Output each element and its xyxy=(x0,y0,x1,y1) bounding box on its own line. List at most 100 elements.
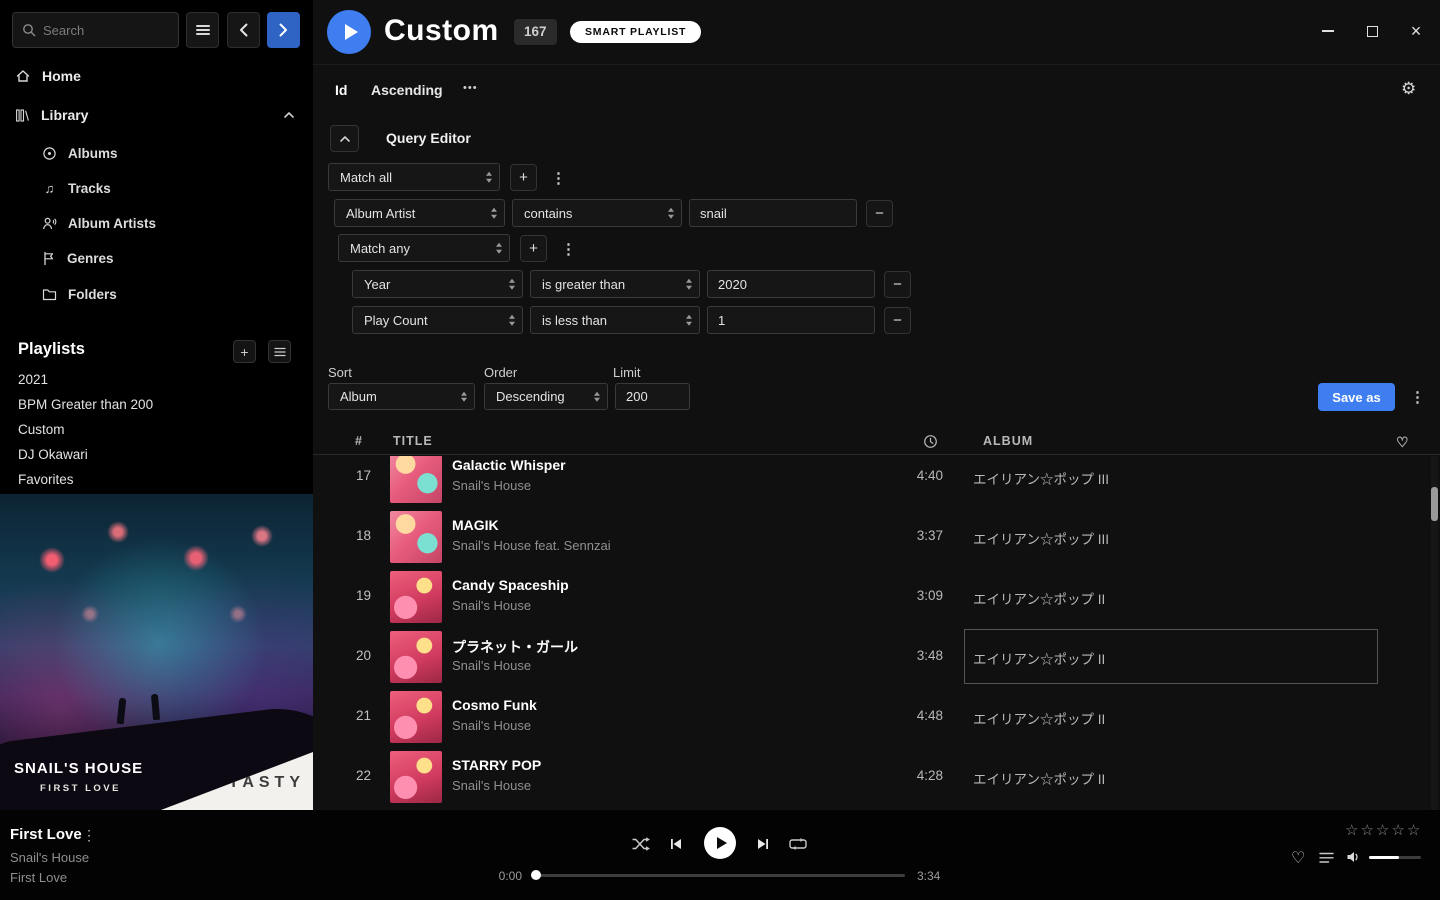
artwork-artist-label: SNAIL'S HOUSE xyxy=(14,760,143,777)
rule-field-select[interactable]: Album Artist xyxy=(334,199,505,227)
playlist-menu-button[interactable]: ⋮ xyxy=(1410,388,1425,406)
table-row[interactable]: 22 STARRY POP Snail's House 4:28 エイリアン☆ポ… xyxy=(313,747,1440,807)
minimize-button[interactable] xyxy=(1314,17,1342,45)
sidebar-item-folders[interactable]: Folders xyxy=(0,280,313,308)
track-album: エイリアン☆ポップ II xyxy=(973,588,1105,608)
playlist-item-bpm[interactable]: BPM Greater than 200 xyxy=(18,395,153,415)
sort-select[interactable]: Album xyxy=(328,383,475,410)
star-icon[interactable]: ☆ xyxy=(1360,821,1373,839)
repeat-button[interactable] xyxy=(788,836,808,852)
main-panel: Custom 167 SMART PLAYLIST × Id Ascending… xyxy=(313,0,1440,810)
back-button[interactable] xyxy=(227,12,260,48)
star-icon[interactable]: ☆ xyxy=(1376,821,1389,839)
volume-slider[interactable] xyxy=(1369,856,1421,859)
add-playlist-button[interactable]: + xyxy=(233,340,256,363)
playlist-view-button[interactable] xyxy=(268,340,291,363)
group-rule-field-select[interactable]: Year xyxy=(352,270,523,298)
query-editor-heading: Query Editor xyxy=(386,130,471,146)
track-number: 22 xyxy=(331,768,371,783)
more-options-button[interactable]: ••• xyxy=(463,82,478,94)
favorite-heart-button[interactable]: ♡ xyxy=(1291,848,1305,868)
col-album[interactable]: ALBUM xyxy=(983,434,1033,448)
sidebar-item-library[interactable]: Library xyxy=(0,101,313,129)
order-label: Order xyxy=(484,365,517,380)
sort-field-button[interactable]: Id xyxy=(335,82,347,98)
group-rule-field-select[interactable]: Play Count xyxy=(352,306,523,334)
flag-icon xyxy=(42,251,56,266)
add-rule-button[interactable]: + xyxy=(510,164,537,191)
match-mode-select[interactable]: Match all xyxy=(328,163,500,191)
sidebar-item-home[interactable]: Home xyxy=(0,62,313,90)
play-playlist-button[interactable] xyxy=(327,10,371,54)
track-number: 21 xyxy=(331,708,371,723)
duration-clock-icon[interactable] xyxy=(923,434,938,449)
sort-direction-button[interactable]: Ascending xyxy=(371,82,443,98)
sidebar-item-albums[interactable]: Albums xyxy=(0,139,313,167)
previous-track-button[interactable] xyxy=(668,836,684,852)
queue-button[interactable] xyxy=(1318,851,1335,864)
search-box[interactable] xyxy=(12,12,179,48)
track-duration: 4:40 xyxy=(868,468,943,483)
seek-bar[interactable] xyxy=(535,874,905,877)
close-button[interactable]: × xyxy=(1402,17,1430,45)
search-input[interactable] xyxy=(43,23,169,38)
limit-label: Limit xyxy=(613,365,640,380)
maximize-button[interactable] xyxy=(1358,17,1386,45)
table-row[interactable]: 17 Galactic Whisper Snail's House 4:40 エ… xyxy=(313,456,1440,507)
table-row[interactable]: 21 Cosmo Funk Snail's House 4:48 エイリアン☆ポ… xyxy=(313,687,1440,747)
group-match-mode-select[interactable]: Match any xyxy=(338,234,510,262)
now-playing-artwork[interactable]: SNAIL'S HOUSE FIRST LOVE TASTY xyxy=(0,494,313,810)
group-rule-value-input[interactable] xyxy=(707,306,875,334)
rule-value-input[interactable] xyxy=(689,199,857,227)
favorite-column-icon[interactable]: ♡ xyxy=(1396,434,1409,451)
add-group-rule-button[interactable]: + xyxy=(520,235,547,262)
star-icon[interactable]: ☆ xyxy=(1391,821,1404,839)
table-row[interactable]: 18 MAGIK Snail's House feat. Sennzai 3:3… xyxy=(313,507,1440,567)
save-as-button[interactable]: Save as xyxy=(1318,383,1395,411)
select-caret-icon xyxy=(496,243,502,254)
volume-button[interactable] xyxy=(1345,849,1363,865)
sidebar-toolbar xyxy=(12,12,302,48)
col-title[interactable]: TITLE xyxy=(393,434,433,448)
remove-group-rule-button[interactable]: − xyxy=(884,307,911,334)
col-index[interactable]: # xyxy=(355,434,363,448)
artwork-figure xyxy=(151,694,160,721)
shuffle-button[interactable] xyxy=(630,835,652,853)
remove-group-rule-button[interactable]: − xyxy=(884,271,911,298)
playlist-item-2021[interactable]: 2021 xyxy=(18,370,48,390)
home-icon xyxy=(15,68,31,84)
track-title: STARRY POP xyxy=(452,757,541,773)
play-pause-button[interactable] xyxy=(704,827,736,859)
limit-input[interactable] xyxy=(615,383,690,410)
order-select[interactable]: Descending xyxy=(484,383,608,410)
now-playing-menu-button[interactable]: ⋮ xyxy=(82,827,96,844)
playlist-item-custom[interactable]: Custom xyxy=(18,420,65,440)
list-icon xyxy=(274,347,286,357)
rule-group-menu-button[interactable]: ⋮ xyxy=(551,169,566,187)
forward-button[interactable] xyxy=(267,12,300,48)
playlist-item-dj-okawari[interactable]: DJ Okawari xyxy=(18,445,88,465)
menu-button[interactable] xyxy=(186,12,219,48)
group-rule-operator-select[interactable]: is less than xyxy=(530,306,700,334)
group-menu-button[interactable]: ⋮ xyxy=(561,240,576,258)
group-rule-value-input[interactable] xyxy=(707,270,875,298)
sidebar-item-album-artists[interactable]: Album Artists xyxy=(0,209,313,237)
group-rule-operator-select[interactable]: is greater than xyxy=(530,270,700,298)
track-number: 18 xyxy=(331,528,371,543)
star-icon[interactable]: ☆ xyxy=(1407,821,1420,839)
playlist-item-favorites[interactable]: Favorites xyxy=(18,470,74,490)
collapse-query-editor-button[interactable] xyxy=(330,125,359,152)
table-row[interactable]: 19 Candy Spaceship Snail's House 3:09 エイ… xyxy=(313,567,1440,627)
next-track-button[interactable] xyxy=(755,836,771,852)
seek-handle[interactable] xyxy=(531,870,541,880)
star-icon[interactable]: ☆ xyxy=(1345,821,1358,839)
settings-gear-button[interactable]: ⚙ xyxy=(1401,79,1416,99)
sidebar-item-tracks[interactable]: ♫ Tracks xyxy=(0,174,313,202)
sidebar-item-genres[interactable]: Genres xyxy=(0,244,313,272)
rule-operator-select[interactable]: contains xyxy=(512,199,682,227)
window-controls: × xyxy=(1314,17,1430,45)
table-row[interactable]: 20 プラネット・ガール Snail's House 3:48 エイリアン☆ポッ… xyxy=(313,627,1440,687)
album-art-thumbnail xyxy=(390,456,442,503)
scrollbar-thumb[interactable] xyxy=(1431,487,1438,521)
remove-rule-button[interactable]: − xyxy=(866,200,893,227)
